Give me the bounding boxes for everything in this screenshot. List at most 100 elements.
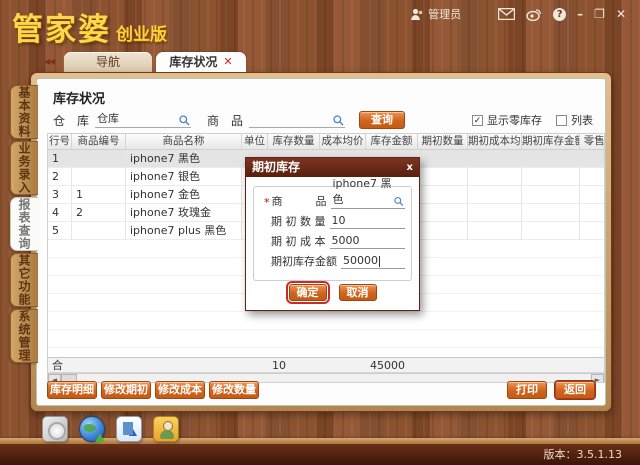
sidebar: 基本资料 业务录入 报表查询 其它功能 系统管理: [10, 85, 38, 365]
initial-qty-field: 期 初 数 量 10: [264, 216, 405, 229]
total-label: 合计: [48, 358, 72, 372]
product-label: 商 品: [207, 112, 243, 129]
initial-qty-value: 10: [332, 214, 346, 227]
initial-cost-input[interactable]: 5000: [330, 234, 406, 249]
warehouse-label: 仓 库: [53, 112, 89, 129]
modify-qty-button[interactable]: 修改数量: [209, 381, 259, 399]
logo-sub-text: 创业版: [116, 20, 167, 49]
col-initial-amount[interactable]: 期初库存金额: [522, 134, 580, 149]
list-label: 列表: [571, 112, 593, 128]
required-asterisk: *: [264, 196, 270, 209]
print-button[interactable]: 打印: [507, 381, 547, 399]
minimize-button[interactable]: –: [577, 8, 583, 20]
product-input[interactable]: [249, 112, 345, 128]
warehouse-input[interactable]: 仓库: [95, 112, 191, 128]
col-product-code[interactable]: 商品编号: [72, 134, 126, 149]
col-product-name[interactable]: 商品名称: [126, 134, 242, 149]
tab-close-icon[interactable]: ✕: [223, 52, 232, 72]
dock-service-icon[interactable]: [153, 416, 179, 442]
initial-amount-field: 期初库存金额 50000: [264, 256, 405, 269]
logo-main-text: 管家婆: [12, 4, 111, 49]
dock-upgrade-icon[interactable]: [116, 416, 142, 442]
app-logo: 管家婆 创业版: [12, 4, 167, 49]
col-row-no[interactable]: 行号: [48, 134, 72, 149]
filter-row: 仓 库 仓库 商 品 查询 ✓ 显示零库存: [53, 110, 593, 130]
cell-row-no: 4: [48, 204, 72, 222]
sidebar-item-business-entry[interactable]: 业务录入: [10, 141, 38, 195]
cell-code: [72, 168, 126, 186]
sidebar-item-report-query[interactable]: 报表查询: [10, 197, 38, 251]
cell-row-no: 5: [48, 222, 72, 240]
initial-amount-input[interactable]: 50000: [341, 254, 405, 269]
checkbox-checked-icon[interactable]: ✓: [472, 115, 483, 126]
tab-scroll-left-icon[interactable]: ◀◀: [44, 57, 54, 66]
modify-initial-button[interactable]: 修改期初: [101, 381, 151, 399]
col-retail-price[interactable]: 零售价: [580, 134, 605, 149]
cell-name: iphone7 银色: [126, 168, 242, 186]
sidebar-item-other-functions[interactable]: 其它功能: [10, 253, 38, 307]
tab-navigation[interactable]: 导航: [64, 52, 152, 72]
product-field: * 商 品 iphone7 黑色: [264, 196, 405, 209]
ok-button[interactable]: 确定: [289, 284, 327, 301]
initial-cost-value: 5000: [332, 234, 360, 247]
cell-code: 1: [72, 186, 126, 204]
inventory-detail-button[interactable]: 库存明细: [47, 381, 97, 399]
total-qty: 10: [268, 358, 320, 372]
query-button[interactable]: 查询: [359, 111, 405, 129]
search-icon[interactable]: [179, 115, 190, 126]
initial-qty-label: 期 初 数 量: [271, 213, 326, 229]
total-row: 合计 10 45000: [48, 357, 604, 373]
col-initial-avg-cost[interactable]: 期初成本均价: [468, 134, 522, 149]
page-title: 库存状况: [53, 88, 105, 107]
dock-gauge-icon[interactable]: [42, 416, 68, 442]
col-initial-qty[interactable]: 期初数量: [418, 134, 468, 149]
col-avg-cost[interactable]: 成本均价: [320, 134, 366, 149]
cell-row-no: 3: [48, 186, 72, 204]
tab-inventory-status[interactable]: 库存状况 ✕: [156, 52, 246, 72]
dialog-fields: * 商 品 iphone7 黑色 期 初 数 量 10 期 初 成 本 5000…: [253, 186, 412, 281]
close-button[interactable]: ✕: [616, 8, 626, 20]
maximize-button[interactable]: ❐: [594, 8, 605, 20]
warehouse-value: 仓库: [97, 110, 119, 126]
user-name: 管理员: [428, 6, 461, 22]
search-icon[interactable]: [333, 115, 344, 126]
dialog-title: 期初库存: [252, 158, 300, 177]
version-label: 版本：3.5.1.13: [544, 444, 622, 465]
search-icon[interactable]: [394, 196, 404, 207]
dialog-close-icon[interactable]: x: [407, 158, 413, 177]
initial-cost-field: 期 初 成 本 5000: [264, 236, 405, 249]
dock: [42, 416, 179, 442]
col-stock-amount[interactable]: 库存金额: [366, 134, 418, 149]
filter-checkboxes: ✓ 显示零库存 列表: [472, 112, 593, 128]
cancel-button[interactable]: 取消: [339, 284, 377, 301]
product-field-input[interactable]: iphone7 黑色: [331, 175, 406, 209]
modify-cost-button[interactable]: 修改成本: [155, 381, 205, 399]
sidebar-item-basic-data[interactable]: 基本资料: [10, 85, 38, 139]
dock-globe-icon[interactable]: [79, 416, 105, 442]
cell-name: iphone7 金色: [126, 186, 242, 204]
col-stock-qty[interactable]: 库存数量: [268, 134, 320, 149]
cell-name: iphone7 玫瑰金: [126, 204, 242, 222]
cell-row-no: 2: [48, 168, 72, 186]
initial-qty-input[interactable]: 10: [330, 214, 406, 229]
list-checkbox[interactable]: 列表: [556, 112, 593, 128]
col-unit[interactable]: 单位: [242, 134, 268, 149]
sidebar-item-system-management[interactable]: 系统管理: [10, 309, 38, 363]
initial-cost-label: 期 初 成 本: [271, 233, 326, 249]
show-zero-checkbox[interactable]: ✓ 显示零库存: [472, 112, 542, 128]
footer-bar: 版本：3.5.1.13: [0, 444, 640, 465]
mail-icon[interactable]: [498, 8, 515, 20]
user-menu[interactable]: 管理员: [410, 6, 461, 22]
initial-amount-label: 期初库存金额: [271, 253, 337, 269]
product-field-label: 商 品: [272, 193, 327, 209]
table-header: 行号 商品编号 商品名称 单位 库存数量 成本均价 库存金额 期初数量 期初成本…: [48, 134, 604, 150]
action-button-row: 库存明细 修改期初 修改成本 修改数量 打印 返回: [47, 381, 595, 399]
cell-code: 2: [72, 204, 126, 222]
return-button[interactable]: 返回: [555, 381, 595, 399]
dialog-buttons: 确定 取消: [246, 284, 419, 301]
checkbox-empty-icon[interactable]: [556, 115, 567, 126]
help-icon[interactable]: ?: [553, 8, 566, 21]
total-amount: 45000: [366, 358, 418, 372]
weibo-icon[interactable]: [526, 8, 542, 21]
cell-code: [72, 150, 126, 168]
